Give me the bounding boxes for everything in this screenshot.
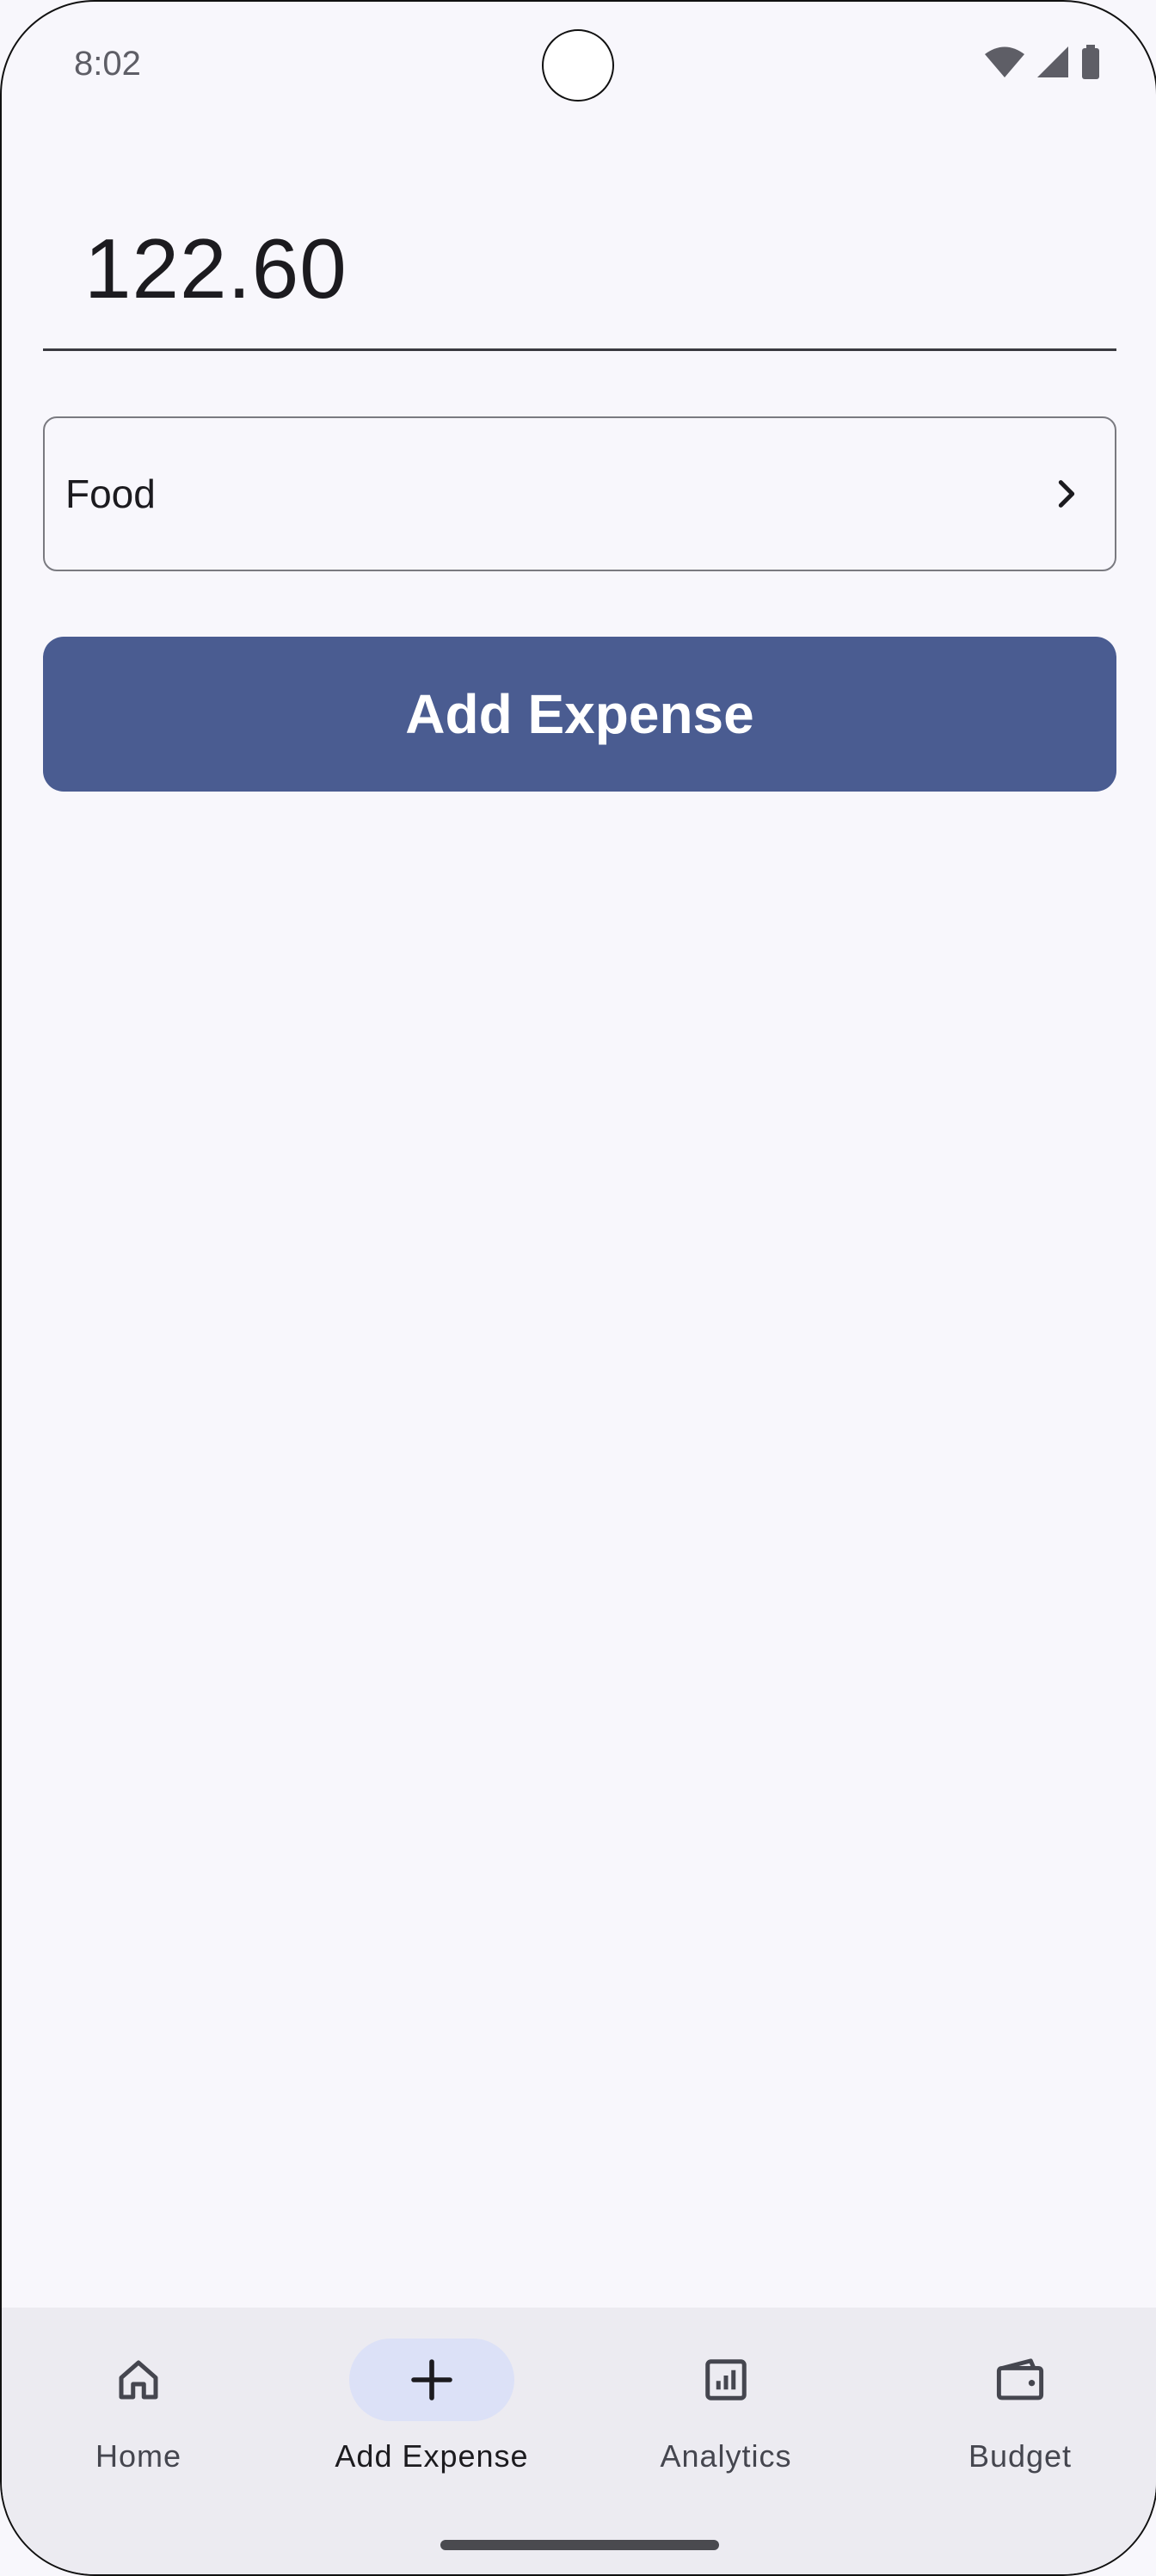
nav-label-add-expense: Add Expense	[335, 2438, 529, 2474]
nav-icon-container	[56, 2339, 221, 2421]
add-expense-button[interactable]: Add Expense	[43, 637, 1116, 792]
battery-icon	[1082, 45, 1099, 79]
status-icons	[984, 45, 1101, 79]
nav-item-analytics[interactable]: Analytics	[597, 2339, 855, 2528]
signal-icon	[1037, 46, 1068, 77]
status-time: 8:02	[74, 45, 141, 83]
nav-item-add-expense[interactable]: Add Expense	[303, 2339, 561, 2528]
nav-label-budget: Budget	[968, 2438, 1073, 2474]
nav-active-indicator	[349, 2339, 514, 2421]
analytics-icon	[705, 2359, 747, 2400]
nav-icon-container	[643, 2339, 809, 2421]
nav-label-home: Home	[95, 2438, 182, 2474]
plus-icon	[411, 2359, 452, 2400]
category-selector[interactable]: Food	[43, 416, 1116, 571]
amount-field[interactable]: 122.60	[43, 191, 1116, 351]
wallet-icon	[996, 2358, 1044, 2400]
nav-item-budget[interactable]: Budget	[891, 2339, 1149, 2528]
chevron-right-icon	[1058, 480, 1075, 508]
camera-cutout	[542, 29, 614, 102]
category-label: Food	[65, 471, 156, 516]
home-indicator[interactable]	[440, 2540, 719, 2550]
amount-input[interactable]: 122.60	[84, 220, 347, 317]
app-screen: 8:02 122.60 Food Add Expense Home Add Ex…	[0, 0, 1156, 2576]
bottom-navigation: Home Add Expense Analytics Budget	[2, 2308, 1156, 2574]
nav-item-home[interactable]: Home	[9, 2339, 267, 2528]
nav-icon-container	[938, 2339, 1103, 2421]
nav-label-analytics: Analytics	[660, 2438, 792, 2474]
wifi-icon	[985, 46, 1024, 77]
home-icon	[119, 2360, 158, 2400]
